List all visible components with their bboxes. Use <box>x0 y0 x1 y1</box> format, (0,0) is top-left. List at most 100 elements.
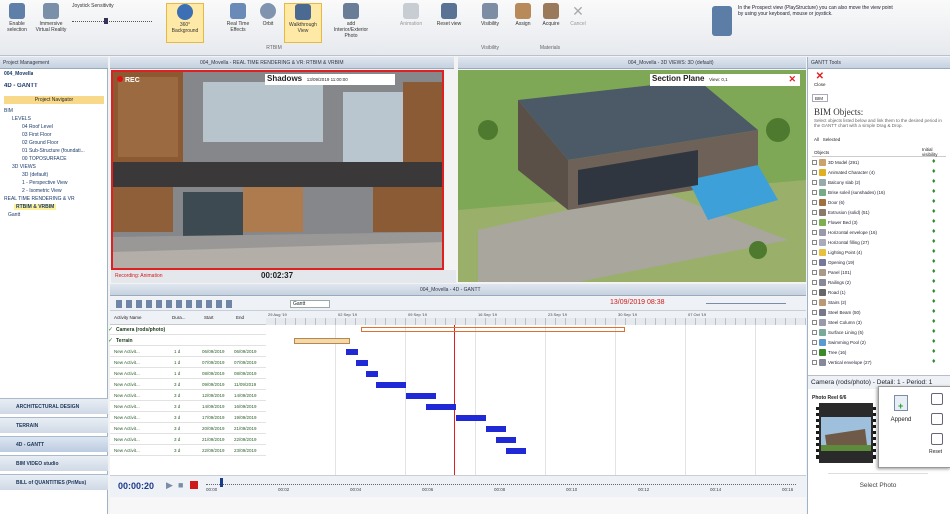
task-bar[interactable] <box>356 360 368 366</box>
tree-item[interactable]: 3D VIEWS <box>12 164 36 170</box>
object-checkbox[interactable] <box>812 350 817 355</box>
gantt-toolbar-icons[interactable] <box>116 300 236 308</box>
reset-view-button[interactable]: Reset view <box>432 3 466 27</box>
close-tools-button[interactable]: ✕ Close <box>814 71 826 87</box>
object-checkbox[interactable] <box>812 170 817 175</box>
bim-object-row[interactable]: Extrusion (solid) (51) ♦ <box>812 208 946 217</box>
object-checkbox[interactable] <box>812 210 817 215</box>
visibility-icon[interactable]: ♦ <box>932 178 936 185</box>
gantt-row[interactable]: New Activit... 3 d 14/09/2019 16/09/2019 <box>110 402 266 412</box>
tree-item[interactable]: BIM <box>4 108 13 114</box>
visibility-icon[interactable]: ♦ <box>932 238 936 245</box>
orbit-button[interactable]: Orbit <box>256 3 280 27</box>
record-button[interactable] <box>190 481 198 489</box>
gantt-row[interactable]: New Activit... 3 d 17/09/2019 19/09/2019 <box>110 413 266 423</box>
object-checkbox[interactable] <box>812 270 817 275</box>
bim-object-row[interactable]: Steel Beam (50) ♦ <box>812 308 946 317</box>
joystick-sensitivity[interactable]: Joystick Sensitivity <box>72 3 160 24</box>
cancel-material-button[interactable]: ✕ Cancel <box>566 3 590 27</box>
tree-item[interactable]: 1 - Perspective View <box>22 180 67 186</box>
close-section-icon[interactable]: ✕ <box>788 74 796 85</box>
object-checkbox[interactable] <box>812 310 817 315</box>
assign-material-button[interactable]: Assign <box>510 3 536 27</box>
visibility-icon[interactable]: ♦ <box>932 358 936 365</box>
bim-object-row[interactable]: 3D Model (291) ♦ <box>812 158 946 167</box>
task-bar[interactable] <box>486 426 506 432</box>
object-checkbox[interactable] <box>812 300 817 305</box>
tree-item[interactable]: 03 First Floor <box>22 132 51 138</box>
visibility-icon[interactable]: ♦ <box>932 158 936 165</box>
immersive-vr-button[interactable]: Immersive Virtual Reality <box>34 3 68 33</box>
photo-thumbnail[interactable] <box>816 403 876 463</box>
nav-architectural-design[interactable]: ARCHITECTURAL DESIGN <box>0 398 108 414</box>
tree-item[interactable]: 02 Ground Floor <box>22 140 58 146</box>
visibility-icon[interactable]: ♦ <box>932 278 936 285</box>
bim-object-row[interactable]: Animated Character (4) ♦ <box>812 168 946 177</box>
walkthrough-view-button[interactable]: Walkthrough View <box>284 3 322 43</box>
visibility-icon[interactable]: ♦ <box>932 328 936 335</box>
filter-all[interactable]: All <box>814 137 819 142</box>
nav-bim-video-studio[interactable]: BIM VIDEO studio <box>0 455 108 471</box>
3d-viewport[interactable]: Section Plane View: 0,1 ✕ <box>458 70 806 282</box>
gantt-row[interactable]: New Activit... 3 d 21/09/2019 22/09/2019 <box>110 435 266 445</box>
section-plane-control[interactable]: Section Plane View: 0,1 ✕ <box>650 74 800 86</box>
gantt-row[interactable]: New Activit... 3 d 20/09/2019 21/09/2019 <box>110 424 266 434</box>
animation-button[interactable]: Animation <box>396 3 426 27</box>
bim-object-row[interactable]: Horizontal envelope (16) ♦ <box>812 228 946 237</box>
filter-selected[interactable]: Selected <box>823 137 841 142</box>
bim-object-row[interactable]: Steel Column (3) ♦ <box>812 318 946 327</box>
render-viewport[interactable]: REC Shadows 13/09/2019 11:00:00 <box>111 70 444 270</box>
object-checkbox[interactable] <box>812 230 817 235</box>
gantt-row[interactable]: New Activit... 3 d 09/09/2019 11/09/2019 <box>110 380 266 390</box>
tree-item[interactable]: 04 Roof Level <box>22 124 53 130</box>
tree-item[interactable]: REAL TIME RENDERING & VR <box>4 196 75 202</box>
rotate-photo-icon[interactable] <box>931 393 943 405</box>
append-photo-button[interactable]: + Append <box>887 395 915 423</box>
col-start[interactable]: Start <box>204 315 214 320</box>
bim-object-row[interactable]: Surface Lining (5) ♦ <box>812 328 946 337</box>
visibility-icon[interactable]: ♦ <box>932 318 936 325</box>
visibility-button[interactable]: Visibility <box>476 3 504 27</box>
object-checkbox[interactable] <box>812 160 817 165</box>
gantt-row[interactable]: New Activit... 1 d 07/09/2019 07/09/2019 <box>110 358 266 368</box>
nav-bill-of-quantities[interactable]: BILL of QUANTITIES (PriMus) <box>0 474 108 490</box>
play-button[interactable]: ▶ <box>166 480 173 491</box>
object-checkbox[interactable] <box>812 180 817 185</box>
object-checkbox[interactable] <box>812 290 817 295</box>
object-checkbox[interactable] <box>812 220 817 225</box>
task-bar[interactable] <box>506 448 526 454</box>
gantt-row[interactable]: New Activit... 1 d 08/09/2019 08/09/2019 <box>110 369 266 379</box>
real-time-effects-button[interactable]: Real Time Effects <box>224 3 252 33</box>
task-bar[interactable] <box>376 382 406 388</box>
visibility-icon[interactable]: ♦ <box>932 248 936 255</box>
visibility-icon[interactable]: ♦ <box>932 168 936 175</box>
gantt-row[interactable]: New Activit... 1 d 06/09/2019 06/09/2019 <box>110 347 266 357</box>
visibility-icon[interactable]: ♦ <box>932 308 936 315</box>
object-checkbox[interactable] <box>812 200 817 205</box>
visibility-icon[interactable]: ♦ <box>932 298 936 305</box>
bim-object-row[interactable]: Flower Bed (3) ♦ <box>812 218 946 227</box>
bim-object-row[interactable]: Lighting Point (4) ♦ <box>812 248 946 257</box>
visibility-icon[interactable]: ♦ <box>932 288 936 295</box>
playback-timeline[interactable]: 00:00 00:02 00:04 00:06 00:08 00:10 00:12 00:14… <box>206 478 796 496</box>
playhead-handle[interactable] <box>220 478 223 487</box>
project-navigator-tab[interactable]: Project Navigator <box>4 96 104 104</box>
stop-button[interactable]: ■ <box>178 480 183 490</box>
visibility-icon[interactable]: ♦ <box>932 218 936 225</box>
select-photo-button[interactable]: Select Photo <box>828 473 928 497</box>
object-checkbox[interactable] <box>812 320 817 325</box>
bim-object-row[interactable]: Swimming Pool (2) ♦ <box>812 338 946 347</box>
object-checkbox[interactable] <box>812 190 817 195</box>
bim-object-row[interactable]: Door (6) ♦ <box>812 198 946 207</box>
visibility-icon[interactable]: ♦ <box>932 348 936 355</box>
bim-object-row[interactable]: Brise soleil (sunshades) (16) ♦ <box>812 188 946 197</box>
visibility-icon[interactable]: ♦ <box>932 198 936 205</box>
enable-selection-button[interactable]: Enable selection <box>4 3 30 33</box>
timeline-track[interactable] <box>206 484 796 485</box>
add-photo-button[interactable]: add Interior/Exterior Photo <box>330 3 372 39</box>
task-bar[interactable] <box>406 393 436 399</box>
bim-object-row[interactable]: Balcony slab (2) ♦ <box>812 178 946 187</box>
remove-photo-icon[interactable] <box>931 433 943 445</box>
gantt-row[interactable]: New Activit... 3 d 22/09/2019 23/09/2019 <box>110 446 266 456</box>
bim-object-row[interactable]: Road (1) ♦ <box>812 288 946 297</box>
